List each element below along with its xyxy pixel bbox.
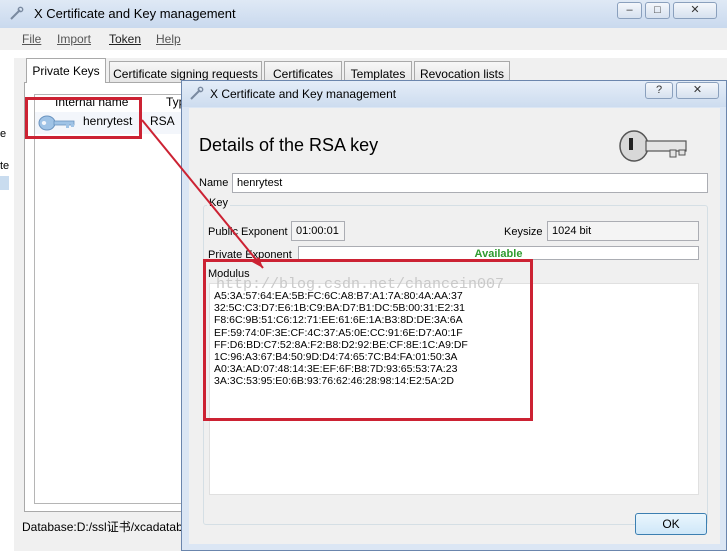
- key-group-title: Key: [207, 197, 230, 209]
- left-edge-fragment: e: [0, 128, 7, 140]
- status-bar-database: Database:D:/ssl证书/xcadatab: [22, 520, 183, 534]
- name-field[interactable]: henrytest: [232, 173, 708, 193]
- menu-help[interactable]: Help: [156, 32, 181, 46]
- big-key-icon: [619, 130, 687, 162]
- key-type-cell: RSA: [150, 114, 175, 128]
- left-edge-window-fragment: [0, 176, 9, 190]
- minimize-button[interactable]: –: [617, 2, 642, 19]
- main-window-title: X Certificate and Key management: [34, 6, 236, 21]
- public-exponent-label: Public Exponent: [208, 226, 288, 238]
- public-exponent-field[interactable]: 01:00:01: [291, 221, 345, 241]
- key-list[interactable]: [34, 94, 194, 504]
- tab-certificates[interactable]: Certificates: [264, 61, 342, 82]
- keysize-field[interactable]: 1024 bit: [547, 221, 699, 241]
- maximize-button[interactable]: □: [645, 2, 670, 19]
- keysize-label: Keysize: [504, 226, 543, 238]
- app-key-icon: [190, 86, 204, 100]
- tab-certificate-signing-requests[interactable]: Certificate signing requests: [109, 61, 262, 82]
- annotation-box-key-row: [25, 97, 142, 139]
- tab-private-keys[interactable]: Private Keys: [26, 58, 106, 83]
- dialog-heading: Details of the RSA key: [199, 135, 379, 155]
- menu-token[interactable]: Token: [109, 32, 141, 46]
- menu-file[interactable]: File: [22, 32, 41, 46]
- dialog-help-button[interactable]: ?: [645, 82, 673, 99]
- name-label: Name: [199, 177, 229, 189]
- ok-button[interactable]: OK: [635, 513, 707, 535]
- left-edge-fragment: te: [0, 160, 9, 172]
- tab-revocation-lists[interactable]: Revocation lists: [414, 61, 510, 82]
- tab-templates[interactable]: Templates: [344, 61, 412, 82]
- close-button[interactable]: ✕: [673, 2, 717, 19]
- app-key-icon: [10, 6, 24, 20]
- annotation-box-modulus: [203, 259, 533, 421]
- menu-import[interactable]: Import: [57, 32, 91, 46]
- private-exponent-status: Available: [298, 246, 699, 260]
- menu-bar: File Import Token Help: [0, 28, 727, 50]
- dialog-title: X Certificate and Key management: [210, 87, 397, 101]
- dialog-close-button[interactable]: ✕: [676, 82, 719, 99]
